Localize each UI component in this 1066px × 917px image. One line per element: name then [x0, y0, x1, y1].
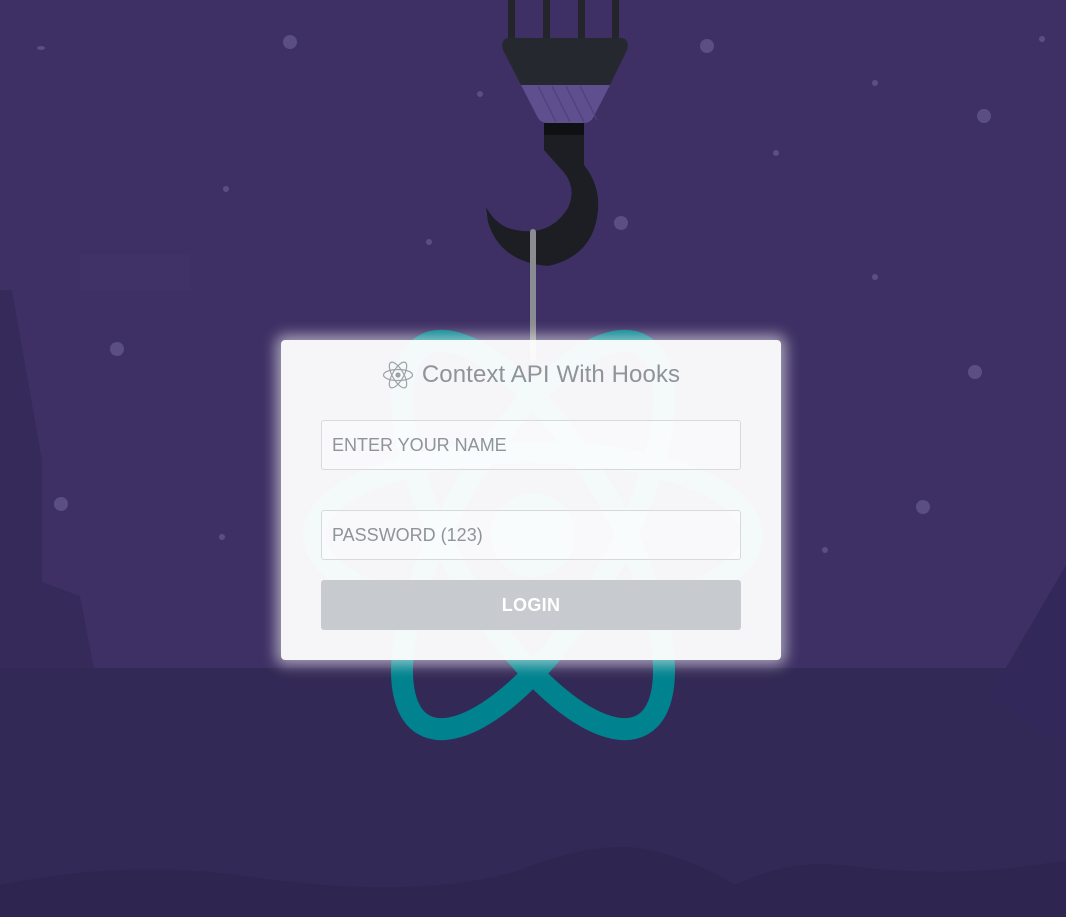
login-button[interactable]: LOGIN — [321, 580, 741, 630]
crane-cables — [508, 0, 619, 40]
card-header: Context API With Hooks — [281, 358, 781, 392]
building-silhouette — [80, 255, 190, 290]
crane-hook — [486, 135, 599, 266]
login-screen: Context API With Hooks LOGIN — [0, 0, 1066, 917]
left-cliff — [0, 290, 94, 668]
react-logo-icon — [382, 359, 414, 391]
page-title: Context API With Hooks — [421, 361, 681, 388]
hook-neck — [544, 123, 584, 135]
crane-block-stripe — [521, 85, 610, 123]
name-input[interactable] — [321, 420, 741, 470]
crane-block — [502, 38, 628, 85]
password-input[interactable] — [321, 510, 741, 560]
login-card: Context API With Hooks LOGIN — [281, 340, 781, 660]
